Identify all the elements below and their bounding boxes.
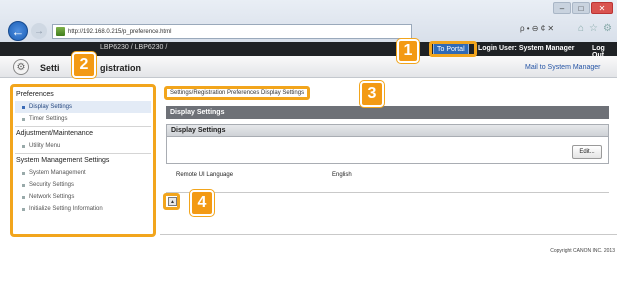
sidebar-item-label: System Management <box>29 170 86 176</box>
bullet-icon <box>22 208 25 211</box>
url-text: http://192.168.0.215/p_preference.html <box>68 28 172 35</box>
bullet-icon <box>22 106 25 109</box>
mail-to-system-manager-link[interactable]: Mail to System Manager <box>525 64 600 71</box>
login-user-info: Login User: System Manager <box>478 45 575 52</box>
close-button[interactable]: ✕ <box>591 2 613 14</box>
sidebar-heading-preferences: Preferences <box>16 91 54 98</box>
sidebar-heading-adjustment: Adjustment/Maintenance <box>16 130 94 137</box>
bullet-icon <box>22 118 25 121</box>
main-content: Settings/Registration Preferences Displa… <box>160 84 617 264</box>
address-bar-actions[interactable]: ρ • ⊖ ¢ ✕ <box>520 24 554 33</box>
divider <box>15 153 151 154</box>
forward-arrow-icon[interactable]: → <box>31 23 47 39</box>
sidebar-item-security-settings[interactable]: Security Settings <box>15 179 151 191</box>
star-icon[interactable]: ☆ <box>589 23 598 34</box>
callout-marker-4: 4 <box>190 190 214 216</box>
portal-highlight-frame <box>429 41 477 57</box>
sidebar-item-label: Utility Menu <box>29 143 61 149</box>
sidebar-heading-system-management: System Management Settings <box>16 157 110 164</box>
sidebar-item-label: Timer Settings <box>29 116 68 122</box>
window-controls: – □ ✕ <box>553 2 613 14</box>
setting-value: English <box>332 172 352 178</box>
edit-button[interactable]: Edit... <box>572 145 602 159</box>
callout-marker-2: 2 <box>72 52 96 78</box>
settings-gear-icon: ⚙ <box>13 59 29 75</box>
callout-marker-3: 3 <box>360 81 384 107</box>
minimize-button[interactable]: – <box>553 2 571 14</box>
address-bar[interactable]: http://192.168.0.215/p_preference.html <box>52 24 412 39</box>
sidebar-item-network-settings[interactable]: Network Settings <box>15 191 151 203</box>
sidebar-item-label: Display Settings <box>29 104 73 110</box>
sidebar-item-utility-menu[interactable]: Utility Menu <box>15 140 151 152</box>
setting-label: Remote UI Language <box>176 172 234 178</box>
display-settings-panel: Display Settings Edit... <box>166 124 609 164</box>
home-icon[interactable]: ⌂ <box>578 23 584 34</box>
sidebar-item-label: Security Settings <box>29 182 75 188</box>
device-name: LBP6230 / LBP6230 / <box>100 44 168 51</box>
copyright-text: Copyright CANON INC. 2013 <box>550 248 615 254</box>
back-arrow-icon[interactable]: ← <box>8 21 28 41</box>
divider <box>166 192 609 193</box>
maximize-button[interactable]: □ <box>572 2 590 14</box>
sidebar-item-display-settings[interactable]: Display Settings <box>15 101 151 113</box>
search-icon[interactable]: ρ • ⊖ ¢ ✕ <box>520 24 554 33</box>
breadcrumb: Settings/Registration Preferences Displa… <box>164 86 311 100</box>
gear-icon[interactable]: ⚙ <box>603 23 612 34</box>
sidebar-item-label: Network Settings <box>29 194 75 200</box>
bullet-icon <box>22 145 25 148</box>
page-icon <box>56 27 65 36</box>
callout-marker-1: 1 <box>397 39 419 63</box>
section-title-bar: Display Settings <box>166 106 609 119</box>
bullet-icon <box>22 184 25 187</box>
divider <box>15 126 151 127</box>
bullet-icon <box>22 172 25 175</box>
panel-title: Display Settings <box>167 125 608 137</box>
sidebar-item-timer-settings[interactable]: Timer Settings <box>15 113 151 125</box>
sidebar-item-initialize-setting-information[interactable]: Initialize Setting Information <box>15 203 151 215</box>
bullet-icon <box>22 196 25 199</box>
browser-icons: ⌂ ☆ ⚙ <box>578 23 612 34</box>
footer-divider <box>160 234 617 235</box>
sidebar-item-system-management[interactable]: System Management <box>15 167 151 179</box>
page-title-end: gistration <box>100 63 142 73</box>
page-title-start: Setti <box>40 63 60 73</box>
settings-menu-sidebar: Preferences Display Settings Timer Setti… <box>10 84 156 237</box>
top-button-highlight-frame <box>163 193 180 210</box>
sidebar-item-label: Initialize Setting Information <box>29 206 103 212</box>
